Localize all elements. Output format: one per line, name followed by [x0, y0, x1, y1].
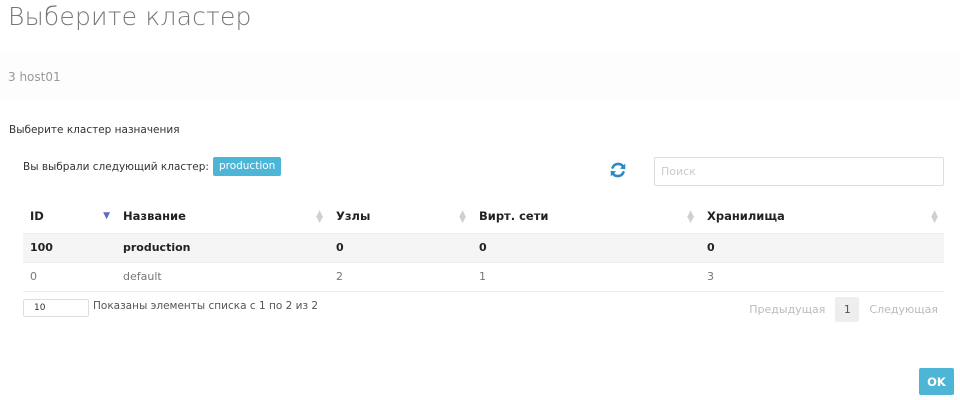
- table-cell: 0: [23, 261, 116, 292]
- pagination: Предыдущая 1 Следующая: [743, 297, 944, 322]
- sort-desc-icon: ▼: [103, 211, 110, 221]
- ok-button[interactable]: OK: [919, 368, 954, 395]
- sort-icon: ▲ ▼: [931, 209, 938, 225]
- table-cell: 1: [472, 261, 700, 292]
- table-cell: 100: [23, 232, 116, 262]
- search-input[interactable]: [654, 157, 944, 186]
- column-header-label: Название: [123, 209, 186, 224]
- column-header-label: ID: [30, 209, 44, 224]
- page-length-select[interactable]: 10: [23, 299, 89, 317]
- column-header-label: Хранилища: [707, 209, 785, 224]
- table-cell: 0: [329, 232, 472, 262]
- selected-cluster-badge: production: [212, 157, 282, 176]
- sort-icon: ▲ ▼: [316, 209, 323, 225]
- table-cell: production: [116, 232, 329, 262]
- selected-cluster-line: Вы выбрали следующий кластер: production: [23, 157, 282, 176]
- refresh-icon[interactable]: [608, 160, 628, 180]
- table-header-row: ID ▼ Название ▲ ▼ Узлы ▲ ▼ Вирт. сети ▲ ▼ Х…: [23, 200, 944, 233]
- dialog-title: Выберите кластер: [8, 2, 252, 31]
- column-header-datastores[interactable]: Хранилища ▲ ▼: [700, 200, 944, 233]
- table-row[interactable]: 100 production 0 0 0: [23, 232, 944, 262]
- column-header-label: Узлы: [336, 209, 371, 224]
- clusters-table: ID ▼ Название ▲ ▼ Узлы ▲ ▼ Вирт. сети ▲ ▼ Х…: [23, 200, 944, 292]
- selected-prefix: Вы выбрали следующий кластер:: [23, 160, 209, 173]
- column-header-id[interactable]: ID ▼: [23, 200, 116, 233]
- next-page-button[interactable]: Следующая: [863, 303, 944, 316]
- table-cell: default: [116, 261, 329, 292]
- table-cell: 0: [472, 232, 700, 262]
- table-cell: 0: [700, 232, 944, 262]
- column-header-name[interactable]: Название ▲ ▼: [116, 200, 329, 233]
- sort-icon: ▲ ▼: [687, 209, 694, 225]
- table-row[interactable]: 0 default 2 1 3: [23, 261, 944, 292]
- table-cell: 2: [329, 261, 472, 292]
- table-info: Показаны элементы списка с 1 по 2 из 2: [93, 300, 319, 312]
- page-number-button[interactable]: 1: [835, 297, 860, 322]
- previous-page-button[interactable]: Предыдущая: [743, 303, 831, 316]
- sort-icon: ▲ ▼: [459, 209, 466, 225]
- column-header-vnets[interactable]: Вирт. сети ▲ ▼: [472, 200, 700, 233]
- section-label: Выберите кластер назначения: [9, 124, 180, 136]
- host-label: 3 host01: [8, 70, 61, 84]
- column-header-label: Вирт. сети: [479, 209, 549, 224]
- host-band: [0, 52, 960, 102]
- column-header-hosts[interactable]: Узлы ▲ ▼: [329, 200, 472, 233]
- table-cell: 3: [700, 261, 944, 292]
